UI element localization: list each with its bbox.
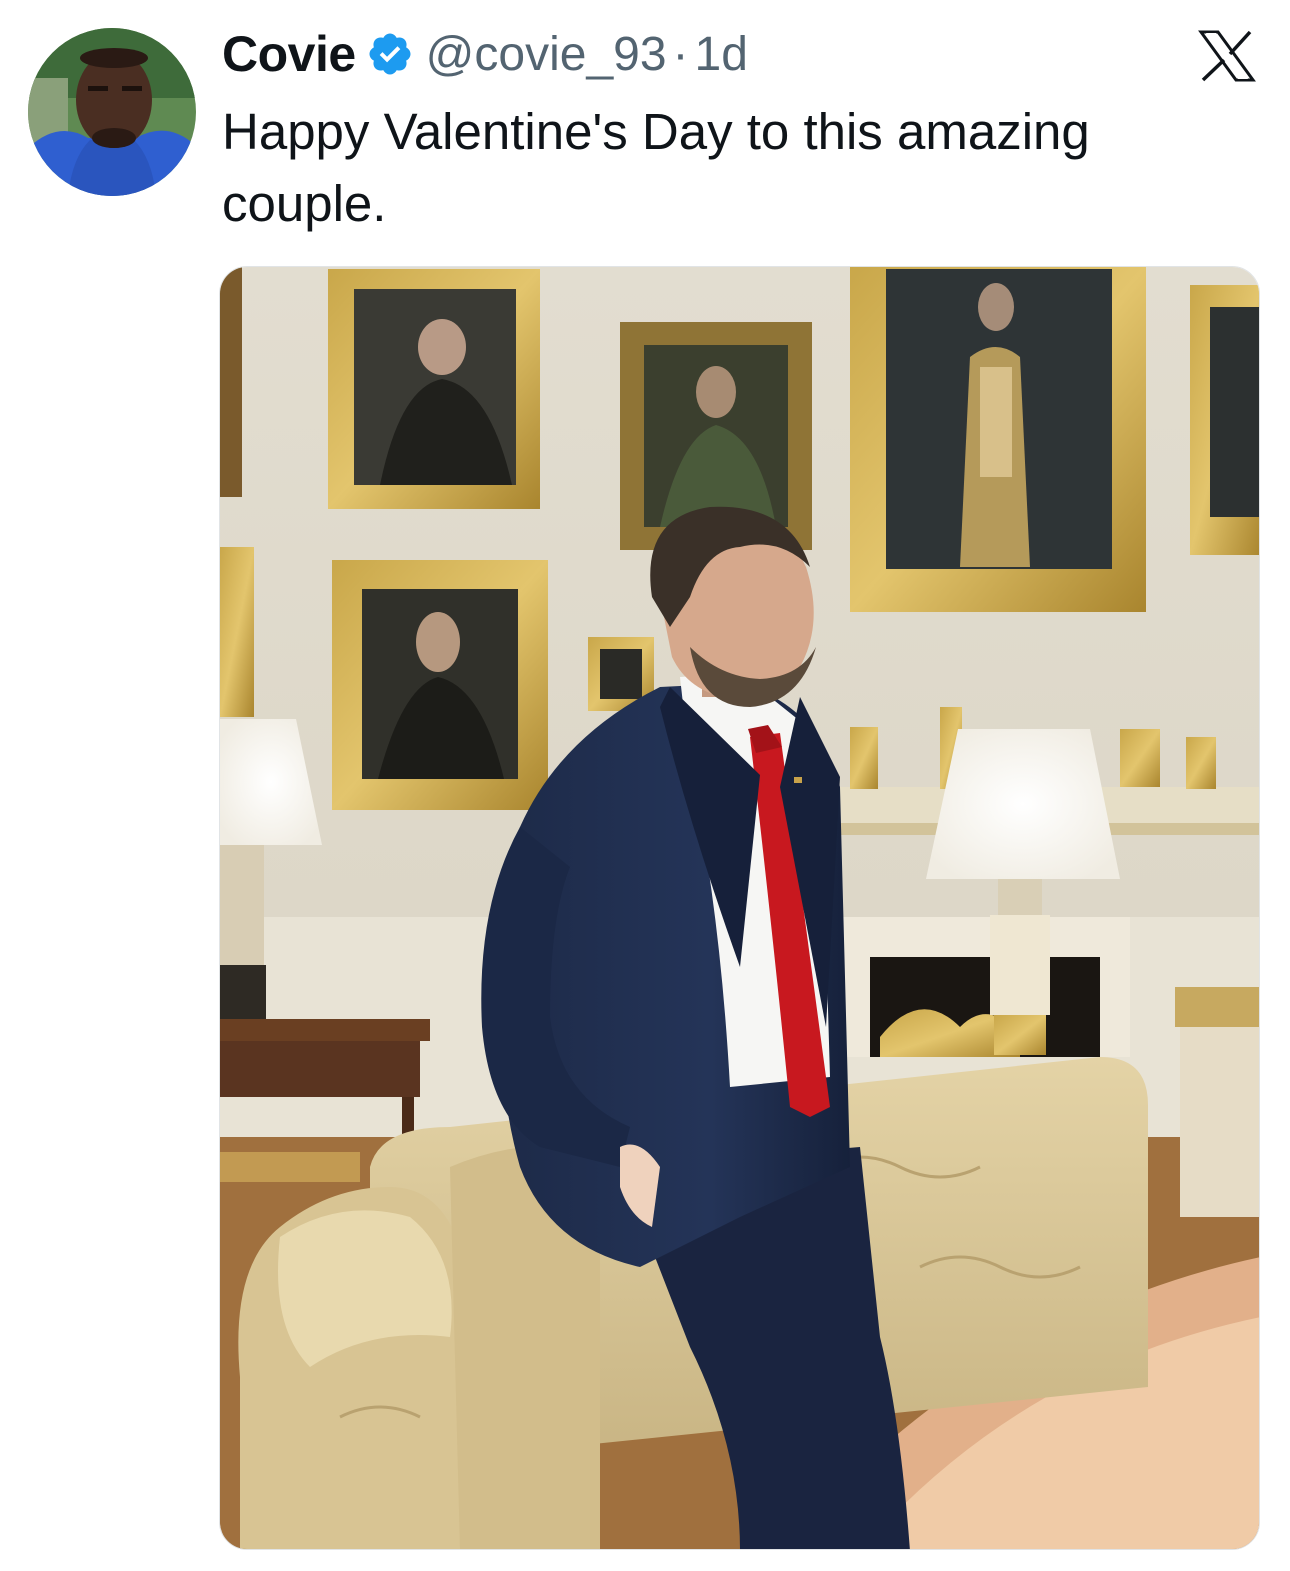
tweet-header: Covie @covie_93 · 1d [222, 24, 748, 84]
tweet-photo[interactable] [219, 266, 1260, 1550]
x-logo-icon[interactable] [1198, 30, 1256, 82]
author-handle[interactable]: @covie_93 [426, 27, 667, 82]
author-name[interactable]: Covie [222, 25, 356, 83]
verified-badge-icon [366, 30, 414, 78]
tweet-timestamp[interactable]: 1d [695, 27, 748, 82]
author-avatar[interactable] [28, 28, 196, 196]
separator-dot: · [672, 27, 689, 81]
tweet-text: Happy Valentine's Day to this amazing co… [222, 103, 1090, 232]
